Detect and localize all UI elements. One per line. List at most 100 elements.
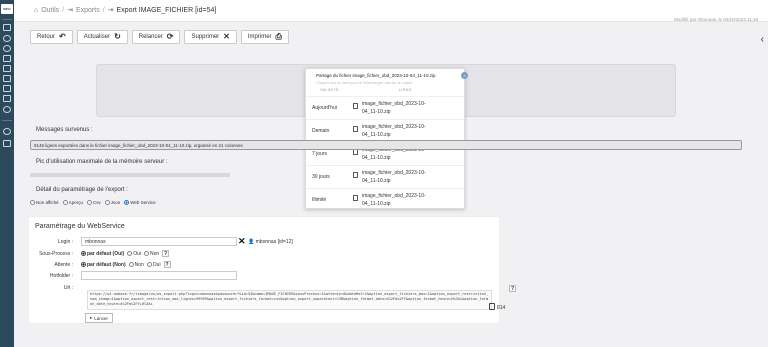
radio-button[interactable] (124, 200, 130, 205)
top-header: ⌂ Outils / ⇥ Exports / ⇥ Export IMAGE_FI… (14, 0, 768, 22)
webservice-panel: Paramétrage du WebService Login : mbonna… (28, 216, 516, 324)
chart-icon[interactable] (3, 95, 11, 102)
close-icon[interactable]: × (461, 72, 468, 79)
share-validity: Aujourd'hui (312, 105, 337, 111)
refresh-icon: ↻ (114, 32, 121, 41)
radio-button[interactable] (127, 251, 133, 256)
help-button[interactable]: ? (509, 285, 516, 292)
subprocess-option-yes[interactable]: Oui (127, 251, 141, 257)
subprocess-label: Sous-Process : (39, 251, 73, 257)
file-icon (353, 172, 358, 178)
share-link[interactable]: image_fichier_obd_2023-10-04_11-10.zip (362, 100, 426, 116)
radio-button[interactable] (81, 262, 86, 267)
play-icon: ▸ (90, 315, 93, 320)
login-user-label: mbonnas [id=12] (255, 239, 293, 245)
user-icon: 👤 (248, 239, 255, 245)
relaunch-button-label: Relancer (138, 34, 163, 40)
login-label: Login : (57, 239, 73, 245)
help-button[interactable]: ? (162, 250, 170, 257)
radio-button[interactable] (144, 251, 150, 256)
sidebar-divider (2, 120, 12, 121)
option-label: Non affiché (36, 200, 59, 205)
wait-option-no[interactable]: Non (128, 262, 144, 268)
login-input[interactable]: mbonnas (81, 237, 237, 246)
breadcrumb-item[interactable]: Exports (76, 7, 100, 14)
back-button[interactable]: Retour ↶ (30, 30, 73, 44)
subprocess-option-no[interactable]: Non (144, 251, 159, 257)
radio-button[interactable] (30, 200, 35, 205)
print-icon: ⎙ (275, 32, 282, 41)
option-label: Non (150, 250, 160, 257)
radio-button[interactable] (86, 200, 92, 205)
option-label: Json (110, 200, 121, 205)
detail-option-csv[interactable]: Csv (86, 200, 101, 205)
option-label: Csv (92, 200, 101, 205)
webservice-title: Paramétrage du WebService (35, 223, 125, 230)
copy-icon[interactable] (489, 303, 495, 310)
toolbar: Retour ↶ Actualiser ↻ Relancer ⟳ Supprim… (30, 30, 289, 44)
wait-option-yes[interactable]: Oui (146, 262, 161, 268)
subprocess-option-default[interactable]: par défaut (Oui) (81, 251, 124, 257)
launch-button[interactable]: ▸ Lancer (85, 313, 114, 323)
share-link[interactable]: image_fichier_obd_2023-10-04_11-10.zip (362, 123, 426, 139)
clear-icon[interactable]: ✕ (238, 237, 246, 246)
detail-option-webservice[interactable]: Web Service (124, 200, 156, 205)
collapse-right-icon[interactable]: ‹ (761, 34, 764, 45)
share-row: 30 jours image_fichier_obd_2023-10-04_11… (306, 165, 464, 188)
list-icon[interactable] (3, 75, 11, 82)
page-title: Export IMAGE_FICHIER [id=54] (116, 6, 217, 14)
folder-icon[interactable] (3, 85, 11, 92)
radio-button[interactable] (146, 262, 152, 267)
file-icon (353, 103, 358, 109)
app-logo[interactable]: INFO (1, 4, 13, 14)
gear-icon[interactable] (3, 45, 11, 52)
delete-button[interactable]: Supprimer ✕ (184, 30, 237, 44)
print-button[interactable]: Imprimer ⎙ (240, 30, 289, 44)
radio-button[interactable] (62, 200, 68, 205)
detail-option-json[interactable]: Json (104, 200, 121, 205)
messages-box: 6146 lignes exportées dans le fichier im… (30, 140, 742, 150)
radio-button[interactable] (128, 262, 134, 267)
help-icon[interactable] (3, 128, 11, 135)
wait-label: Attente : (54, 262, 73, 268)
relaunch-button[interactable]: Relancer ⟳ (131, 30, 181, 44)
breadcrumb: ⌂ Outils / ⇥ Exports / ⇥ Export IMAGE_FI… (34, 6, 217, 15)
left-sidebar: INFO (0, 0, 14, 347)
breadcrumb-separator: / (102, 6, 105, 14)
share-link[interactable]: image_fichier_obd_2023-10-04_11-10.zip (362, 192, 426, 208)
delete-button-label: Supprimer (191, 34, 220, 40)
home-icon[interactable] (3, 24, 11, 31)
share-link[interactable]: image_fichier_obd_2023-10-04_11-10.zip (362, 169, 426, 185)
wait-option-default[interactable]: par défaut (Non) (81, 262, 126, 268)
refresh-button-label: Actualiser (83, 34, 111, 40)
url-textarea[interactable]: https://w1.oobase.fr/rimage/ws/ws_export… (87, 290, 492, 310)
logout-icon[interactable] (3, 140, 11, 147)
wait-options: par défaut (Non) Non Oui ? (81, 261, 171, 268)
breadcrumb-item[interactable]: Outils (41, 7, 59, 14)
calendar-icon[interactable] (3, 65, 11, 72)
refresh-icon: ⟳ (166, 32, 174, 41)
refresh-button[interactable]: Actualiser ↻ (76, 30, 128, 44)
memory-label: Pic d'utilisation maximale de la mémoire… (36, 159, 168, 165)
detail-option-preview[interactable]: Aperçu (62, 200, 83, 205)
home-icon: ⌂ (34, 6, 39, 14)
share-validity: 30 jours (312, 174, 330, 180)
modified-info: Modifié par mbonnas, le 04/10/2023 11:15 (674, 17, 758, 22)
url-length: 814 (497, 305, 506, 311)
memory-bar (30, 173, 230, 177)
back-icon: ↶ (59, 32, 66, 41)
search-icon[interactable] (3, 35, 11, 42)
hotfolder-input[interactable] (81, 271, 237, 280)
radio-button[interactable] (104, 200, 110, 205)
sidebar-divider (2, 19, 12, 20)
help-button[interactable]: ? (163, 261, 171, 268)
detail-option-hidden[interactable]: Non affiché (30, 200, 59, 205)
user-icon[interactable] (3, 106, 11, 113)
messages-label: Messages survenus : (36, 127, 93, 133)
radio-button[interactable] (81, 251, 86, 256)
share-row: Aujourd'hui image_fichier_obd_2023-10-04… (306, 96, 464, 119)
url-label: Url : (63, 285, 73, 291)
breadcrumb-separator: / (62, 6, 65, 14)
file-icon (353, 126, 358, 132)
document-icon[interactable] (3, 55, 11, 62)
